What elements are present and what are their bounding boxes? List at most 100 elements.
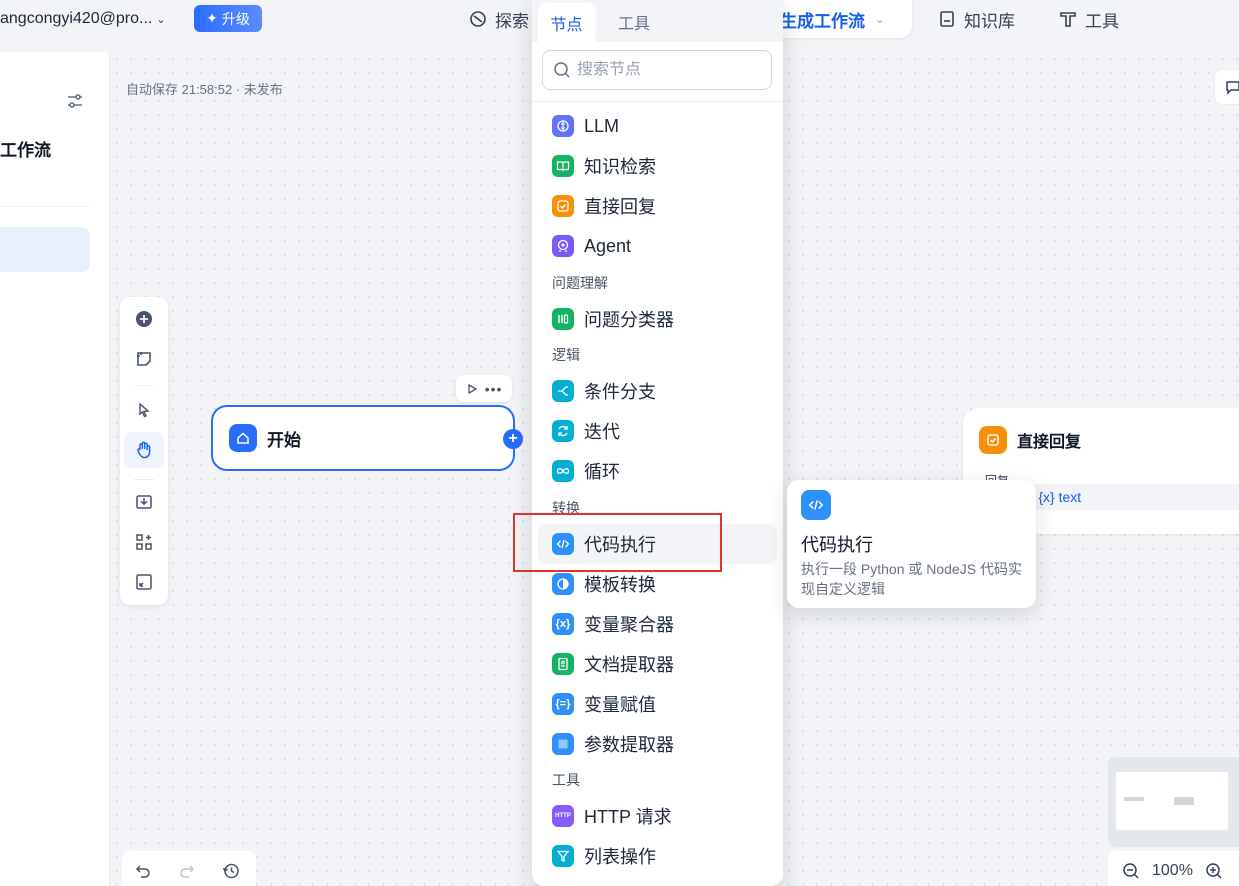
upgrade-button[interactable]: ✦ 升级 (194, 5, 262, 32)
zoom-out-icon[interactable] (1122, 862, 1140, 880)
node-item-doc[interactable]: 文档提取器 (538, 644, 777, 684)
image-download-icon (136, 495, 152, 509)
node-item-http[interactable]: HTTP HTTP 请求 (538, 796, 777, 836)
variable-name: {x} text (1038, 489, 1082, 505)
chat-preview-button[interactable] (1214, 69, 1239, 105)
node-search (542, 50, 772, 90)
pointer-mode-button[interactable] (124, 392, 164, 428)
picker-divider (532, 101, 783, 102)
node-item-label: 循环 (584, 462, 620, 482)
export-image-button[interactable] (124, 484, 164, 520)
book-open-icon (552, 155, 574, 177)
chevron-down-icon: ⌄ (875, 13, 885, 26)
node-item-label: 参数提取器 (584, 735, 674, 755)
book-icon (940, 11, 954, 27)
more-icon[interactable]: ••• (485, 381, 503, 397)
add-next-node-button[interactable]: + (503, 429, 523, 449)
group-label-understanding: 问题理解 (552, 275, 608, 291)
app-sidebar: 工作流 (0, 52, 110, 886)
chevron-down-icon: ⌄ (156, 13, 166, 26)
node-item-iteration[interactable]: 迭代 (538, 411, 777, 451)
tab-nodes[interactable]: 节点 (538, 3, 595, 42)
reply-icon (552, 195, 574, 217)
node-actions: ••• (456, 375, 512, 402)
sidebar-item-orchestrate[interactable] (0, 227, 90, 272)
hand-mode-button[interactable] (124, 432, 164, 468)
autosave-status: 自动保存 21:58:52 · 未发布 (126, 82, 283, 97)
redo-icon[interactable] (178, 862, 196, 880)
node-item-label: HTTP 请求 (584, 807, 672, 827)
start-node-label: 开始 (267, 430, 301, 450)
node-picker: 节点 工具 LLM 知识检索 直接回复 (532, 0, 783, 886)
node-item-ifelse[interactable]: 条件分支 (538, 371, 777, 411)
highlight-box (513, 513, 722, 572)
canvas-toolbar (120, 297, 168, 605)
agent-icon (552, 235, 574, 257)
node-item-list[interactable]: 列表操作 (538, 836, 777, 876)
code-icon (801, 490, 831, 520)
upgrade-label: 升级 (221, 10, 250, 27)
nav-explore[interactable]: 探索 (469, 7, 529, 31)
account-switcher[interactable]: angcongyi420@pro... ⌄ (0, 8, 166, 30)
answer-node-title: 直接回复 (1017, 434, 1082, 451)
sparkle-icon: ✦ (206, 10, 218, 26)
minimap-viewport (1116, 772, 1228, 830)
node-item-label: Agent (584, 235, 632, 256)
undo-icon[interactable] (134, 862, 152, 880)
tooltip-description: 执行一段 Python 或 NodeJS 代码实现自定义逻辑 (801, 561, 1022, 597)
history-icon[interactable] (222, 862, 240, 880)
node-item-label: 直接回复 (584, 197, 656, 217)
play-icon[interactable] (466, 383, 478, 395)
zoom-control: 100% (1108, 851, 1239, 886)
add-note-button[interactable] (124, 341, 164, 377)
node-item-assign[interactable]: {=} 变量赋值 (538, 684, 777, 724)
start-node[interactable]: 开始 (211, 405, 515, 471)
search-icon (554, 62, 570, 78)
zoom-level[interactable]: 100% (1152, 862, 1193, 880)
node-item-agent[interactable]: Agent (538, 226, 777, 266)
infinity-icon (552, 460, 574, 482)
toolbar-divider (134, 385, 154, 386)
grid-dots-icon (552, 733, 574, 755)
group-label-tools: 工具 (552, 772, 580, 788)
plus-circle-icon (136, 311, 152, 327)
nav-current-label: 生成工作流 (780, 11, 865, 31)
tab-tools[interactable]: 工具 (618, 10, 650, 34)
node-item-answer[interactable]: 直接回复 (538, 186, 777, 226)
node-tooltip: 代码执行 执行一段 Python 或 NodeJS 代码实现自定义逻辑 (787, 480, 1036, 608)
node-item-classifier[interactable]: 问题分类器 (538, 299, 777, 339)
cursor-icon (139, 402, 150, 418)
node-item-label: 问题分类器 (584, 310, 674, 330)
node-item-aggregator[interactable]: {x} 变量聚合器 (538, 604, 777, 644)
history-controls (122, 851, 256, 886)
reply-icon (979, 426, 1007, 454)
nav-knowledge[interactable]: 知识库 (938, 7, 1015, 31)
fit-view-button[interactable] (124, 564, 164, 600)
classifier-icon (552, 308, 574, 330)
nav-tools-label: 工具 (1085, 11, 1119, 31)
search-input[interactable] (577, 61, 757, 79)
sticky-note-icon (137, 352, 151, 366)
zoom-in-icon[interactable] (1205, 862, 1223, 880)
chat-icon (1226, 81, 1239, 95)
picker-tabs: 节点 工具 (532, 0, 783, 42)
node-item-label: LLM (584, 115, 620, 136)
node-item-llm[interactable]: LLM (538, 106, 777, 146)
workflow-editor: angcongyi420@pro... ⌄ ✦ 升级 探索 生成工作流 ⌄ 知识… (0, 0, 1239, 886)
sliders-icon[interactable] (66, 92, 84, 110)
sidebar-divider (0, 206, 90, 207)
group-label-logic: 逻辑 (552, 347, 580, 363)
node-item-label: 条件分支 (584, 382, 656, 402)
hammer-icon (1060, 12, 1076, 27)
http-badge: HTTP (555, 813, 571, 819)
nav-tools[interactable]: 工具 (1059, 7, 1119, 31)
filter-icon (552, 845, 574, 867)
node-item-loop[interactable]: 循环 (538, 451, 777, 491)
organize-nodes-button[interactable] (124, 524, 164, 560)
minimap[interactable] (1108, 757, 1239, 847)
node-item-param[interactable]: 参数提取器 (538, 724, 777, 764)
node-item-knowledge[interactable]: 知识检索 (538, 146, 777, 186)
refresh-icon (552, 420, 574, 442)
node-item-label: 迭代 (584, 422, 620, 442)
add-node-button[interactable] (124, 301, 164, 337)
